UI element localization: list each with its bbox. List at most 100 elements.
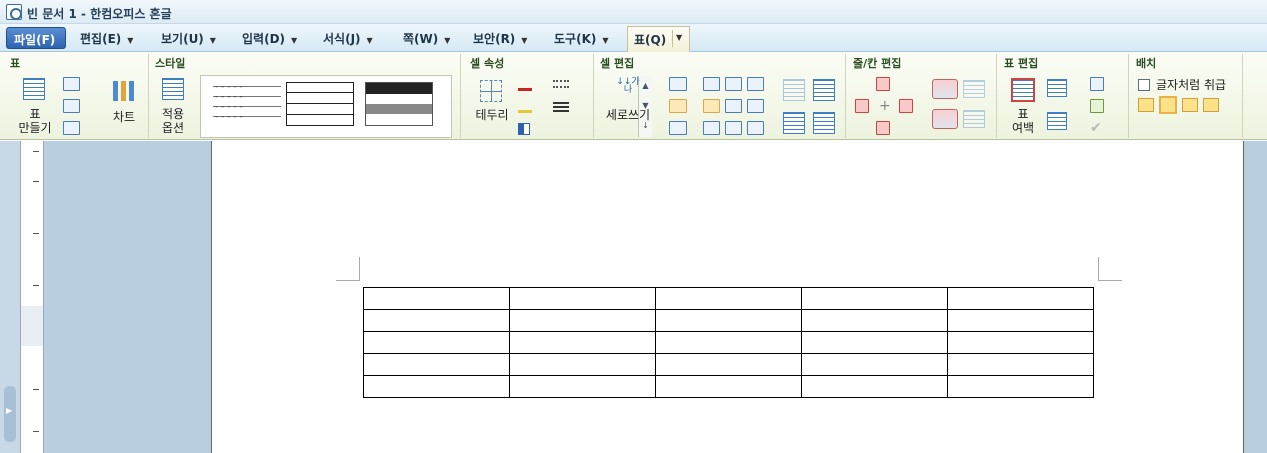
wrap-front-icon[interactable] xyxy=(1203,98,1219,112)
delete-row-icon[interactable] xyxy=(932,79,958,99)
align-bottom-icon[interactable] xyxy=(669,121,687,135)
menu-security[interactable]: 보안(R) ▼ xyxy=(473,30,527,47)
table-style-icon xyxy=(162,78,184,100)
table-cell[interactable] xyxy=(801,353,948,376)
table-cell[interactable] xyxy=(655,331,802,354)
row-equal-icon[interactable] xyxy=(963,80,985,98)
align-bottom-left-icon[interactable] xyxy=(703,121,720,135)
table-cell[interactable] xyxy=(947,331,1094,354)
check-icon[interactable]: ✔ xyxy=(1090,121,1106,135)
table-cell[interactable] xyxy=(947,353,1094,376)
align-top-center-icon[interactable] xyxy=(725,77,742,91)
align-middle-center-icon[interactable] xyxy=(725,99,742,113)
menu-edit[interactable]: 편집(E) ▼ xyxy=(80,30,133,47)
table-cell[interactable] xyxy=(655,287,802,310)
menu-format[interactable]: 서식(J) ▼ xyxy=(323,30,373,47)
menu-page[interactable]: 쪽(W) ▼ xyxy=(403,30,450,47)
line-type-icon[interactable] xyxy=(553,80,569,88)
menu-tools[interactable]: 도구(K) ▼ xyxy=(554,30,609,47)
treat-as-char-label[interactable]: 글자처럼 취급 xyxy=(1156,78,1226,92)
document-page[interactable] xyxy=(211,141,1244,453)
align-top-right-icon[interactable] xyxy=(747,77,764,91)
table-style-swatch[interactable] xyxy=(286,82,354,126)
line-thickness-icon[interactable] xyxy=(553,102,569,112)
group-separator xyxy=(593,54,594,138)
cell-props-icon[interactable] xyxy=(1090,99,1104,113)
make-table-button[interactable]: 표 만들기 xyxy=(10,78,60,135)
align-bottom-right-icon[interactable] xyxy=(747,121,764,135)
table-cell[interactable] xyxy=(947,309,1094,332)
table-cell[interactable] xyxy=(509,331,656,354)
table-cell[interactable] xyxy=(655,353,802,376)
table-cell[interactable] xyxy=(801,331,948,354)
convert-table-icon[interactable] xyxy=(63,121,80,135)
vertical-write-button[interactable]: ↓↓가나 세로쓰기 xyxy=(600,77,656,123)
fill-color-icon[interactable] xyxy=(518,101,532,113)
group-separator xyxy=(460,54,461,138)
table-cell[interactable] xyxy=(509,309,656,332)
align-top-icon[interactable] xyxy=(669,77,687,91)
table-cell[interactable] xyxy=(509,353,656,376)
table-cell[interactable] xyxy=(947,287,1094,310)
treat-as-char-checkbox[interactable] xyxy=(1138,79,1150,91)
tab-table[interactable]: 표(Q) ▼ xyxy=(627,26,690,52)
table-cell[interactable] xyxy=(363,375,510,398)
table-cell[interactable] xyxy=(363,309,510,332)
table-cell[interactable] xyxy=(801,309,948,332)
delete-col-icon[interactable] xyxy=(932,109,958,129)
table-cell[interactable] xyxy=(801,375,948,398)
table-cell[interactable] xyxy=(509,375,656,398)
make-table-label-2: 만들기 xyxy=(18,121,52,135)
align-top-left-icon[interactable] xyxy=(703,77,720,91)
cell-divide-icon[interactable] xyxy=(783,112,805,134)
group-separator xyxy=(996,54,997,138)
align-middle-right-icon[interactable] xyxy=(747,99,764,113)
draw-table-icon[interactable] xyxy=(63,77,80,91)
apply-options-button[interactable]: 적용 옵션 xyxy=(152,78,194,135)
cell-split-icon[interactable] xyxy=(783,79,805,101)
table-style-swatch[interactable] xyxy=(213,82,281,126)
menu-view[interactable]: 보기(U) ▼ xyxy=(161,30,216,47)
group-title-style: 스타일 xyxy=(155,57,186,70)
table-cell[interactable] xyxy=(655,375,802,398)
table-props-icon[interactable] xyxy=(1090,77,1104,91)
align-middle-left-icon[interactable] xyxy=(703,99,720,113)
ruler-tick xyxy=(33,285,39,286)
menu-file[interactable]: 파일(F) xyxy=(6,27,66,49)
table-cell[interactable] xyxy=(509,287,656,310)
make-table-label-1: 표 xyxy=(29,107,41,121)
table-cell[interactable] xyxy=(363,353,510,376)
insert-col-left-icon[interactable] xyxy=(855,99,869,113)
table-cell[interactable] xyxy=(363,287,510,310)
row-height-icon[interactable] xyxy=(1047,79,1067,97)
wrap-square-icon[interactable] xyxy=(1138,98,1154,112)
insert-col-right-icon[interactable] xyxy=(899,99,913,113)
table-cell[interactable] xyxy=(947,375,1094,398)
pen-color-icon[interactable] xyxy=(518,79,532,91)
table-cell[interactable] xyxy=(655,309,802,332)
table-cell[interactable] xyxy=(363,331,510,354)
insert-row-below-icon[interactable] xyxy=(876,121,890,135)
insert-row-above-icon[interactable] xyxy=(876,77,890,91)
col-width-icon[interactable] xyxy=(1047,112,1067,130)
menu-page-label: 쪽(W) xyxy=(403,32,439,46)
vertical-text-icon: ↓↓가나 xyxy=(616,77,640,95)
chevron-down-icon[interactable]: ▼ xyxy=(676,33,682,42)
wrap-behind-icon[interactable] xyxy=(1182,98,1198,112)
cell-merge-icon[interactable] xyxy=(813,79,835,101)
cell-join-icon[interactable] xyxy=(813,112,835,134)
table-margin-button[interactable]: 표 여백 xyxy=(1003,78,1043,135)
table-cell[interactable] xyxy=(801,287,948,310)
cell-shade-icon[interactable] xyxy=(518,123,530,135)
align-middle-icon[interactable] xyxy=(669,99,687,113)
collapse-panel-handle[interactable] xyxy=(4,386,16,442)
table-style-swatch[interactable] xyxy=(365,82,433,126)
menu-insert[interactable]: 입력(D) ▼ xyxy=(242,30,297,47)
wrap-tight-icon[interactable] xyxy=(1159,96,1177,114)
chart-button[interactable]: 차트 xyxy=(106,78,142,124)
document-table[interactable] xyxy=(363,287,1094,398)
border-button[interactable]: 테두리 xyxy=(468,78,516,122)
align-bottom-center-icon[interactable] xyxy=(725,121,742,135)
eraser-icon[interactable] xyxy=(63,99,80,113)
col-equal-icon[interactable] xyxy=(963,110,985,128)
